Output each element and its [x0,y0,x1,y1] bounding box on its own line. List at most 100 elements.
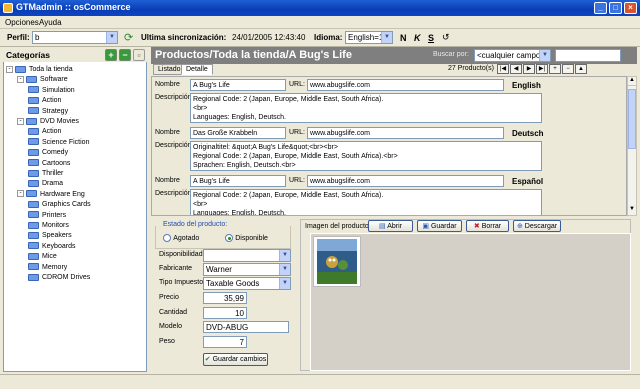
cantidad-input[interactable]: 10 [203,307,247,319]
search-field-select[interactable]: <cualquier campo> ▼ [474,49,551,62]
modelo-input[interactable]: DVD-ABUG [203,321,289,333]
delete-record-button[interactable]: − [562,64,574,74]
url-input[interactable]: www.abugslife.com [307,79,504,91]
tab-detalle[interactable]: Detalle [181,64,213,75]
language-label: Deutsch [512,129,544,138]
underline-button[interactable]: S [428,33,434,43]
save-image-button[interactable]: ▣ Guardar [417,220,462,232]
tree-item[interactable]: Thriller [28,169,63,178]
peso-input[interactable]: 7 [203,336,247,348]
collapse-icon[interactable]: - [17,76,24,84]
undo-icon[interactable]: ↺ [442,32,450,43]
maximize-button[interactable]: □ [609,2,622,14]
tree-item[interactable]: Printers [28,211,66,220]
url-input[interactable]: www.abugslife.com [307,127,504,139]
menu-bar: Opciones Ayuda [0,16,640,29]
tree-item[interactable]: Strategy [28,107,68,116]
menu-ayuda[interactable]: Ayuda [39,18,62,27]
tree-item[interactable]: Comedy [28,148,68,157]
tree-item[interactable]: - Toda la tienda [6,65,73,74]
nombre-input[interactable]: A Bug's Life [190,79,286,91]
tree-item-label: Comedy [42,149,69,157]
tipo-impuesto-select[interactable]: Taxable Goods ▼ [203,277,291,290]
nombre-input[interactable]: Das Große Krabbeln [190,127,286,139]
scroll-down-icon[interactable]: ▼ [628,206,636,215]
tree-item[interactable]: - DVD Movies [17,117,79,126]
remove-category-button[interactable]: − [119,49,131,61]
cantidad-label: Cantidad [159,309,188,316]
collapse-icon[interactable]: - [17,117,24,125]
prev-record-button[interactable]: ◀ [510,64,522,74]
tree-item[interactable]: Action [28,96,61,105]
tree-item[interactable]: CDROM Drives [28,273,90,282]
menu-opciones[interactable]: Opciones [5,18,39,27]
scroll-up-icon[interactable]: ▲ [628,77,636,86]
search-label: Buscar por: [433,51,469,58]
save-changes-button[interactable]: ✔ Guardar cambios [203,353,268,366]
description-textarea[interactable]: Regional Code: 2 (Japan, Europe, Middle … [190,93,542,123]
folder-icon [28,107,39,115]
perfil-label: Perfil: [7,33,30,42]
minimize-button[interactable]: _ [594,2,607,14]
idioma-select[interactable]: English=1 ▼ [345,31,393,44]
tree-item[interactable]: Cartoons [28,159,70,168]
tree-item[interactable]: Speakers [28,231,72,240]
scrollbar[interactable]: ▲ ▼ [627,76,637,216]
scroll-thumb[interactable] [628,89,636,149]
edit-category-button[interactable]: ▫ [133,49,145,61]
agotado-radio[interactable]: Agotado [163,233,199,242]
disponibilidad-select[interactable]: ▼ [203,249,291,262]
chevron-down-icon: ▼ [279,278,290,289]
precio-input[interactable]: 35,99 [203,292,247,304]
title-bar: GTMadmin :: osCommerce _ □ × [0,0,640,16]
tree-item[interactable]: Memory [28,263,67,272]
url-input[interactable]: www.abugslife.com [307,175,504,187]
folder-icon [28,200,39,208]
tree-item-label: Hardware Eng [40,190,85,198]
add-category-button[interactable]: + [105,49,117,61]
tree-item[interactable]: Simulation [28,86,75,95]
italic-button[interactable]: K [414,33,421,43]
tree-item-label: Software [40,76,68,84]
tree-item-label: Graphics Cards [42,201,91,209]
collapse-icon[interactable]: - [17,190,24,198]
tree-item[interactable]: Keyboards [28,242,75,251]
fabricante-select[interactable]: Warner ▼ [203,263,291,276]
disponible-radio[interactable]: Disponible [225,233,268,242]
close-button[interactable]: × [624,2,637,14]
folder-icon [28,232,39,240]
tree-item[interactable]: Mice [28,252,57,261]
tree-item-label: Printers [42,211,67,219]
tree-item[interactable]: - Hardware Eng [17,190,85,199]
delete-image-button[interactable]: ✖ Borrar [466,220,509,232]
tree-item-label: Speakers [42,232,72,240]
bold-button[interactable]: N [400,33,407,43]
search-input[interactable] [555,49,621,62]
folder-icon [28,86,39,94]
post-record-button[interactable]: ▲ [575,64,587,74]
tree-item[interactable]: Action [28,127,61,136]
descripcion-label: Descripción [155,142,192,149]
tree-item[interactable]: Drama [28,179,63,188]
last-record-button[interactable]: ▶| [536,64,548,74]
next-record-button[interactable]: ▶ [523,64,535,74]
tree-item[interactable]: Science Fiction [28,138,89,147]
download-image-button[interactable]: ⊕ Descargar [513,220,561,232]
perfil-select[interactable]: b ▼ [32,31,118,44]
radio-icon [163,233,171,242]
tree-item[interactable]: Graphics Cards [28,200,91,209]
nombre-input[interactable]: A Bug's Life [190,175,286,187]
open-image-button[interactable]: ▤ Abrir [368,220,413,232]
collapse-icon[interactable]: - [6,65,13,73]
language-label: English [512,81,541,90]
tree-item[interactable]: Monitors [28,221,69,230]
tipo-impuesto-label: Tipo Impuesto [159,279,204,286]
add-record-button[interactable]: + [549,64,561,74]
description-textarea[interactable]: Regional Code: 2 (Japan, Europe, Middle … [190,189,542,215]
description-textarea[interactable]: Originaltitel: &quot;A Bug's Life&quot;<… [190,141,542,171]
search-field-value: <cualquier campo> [477,51,546,60]
sync-icon[interactable]: ⟳ [124,31,133,44]
tree-item-label: Strategy [42,107,69,115]
first-record-button[interactable]: |◀ [497,64,509,74]
tree-item[interactable]: - Software [17,75,68,84]
